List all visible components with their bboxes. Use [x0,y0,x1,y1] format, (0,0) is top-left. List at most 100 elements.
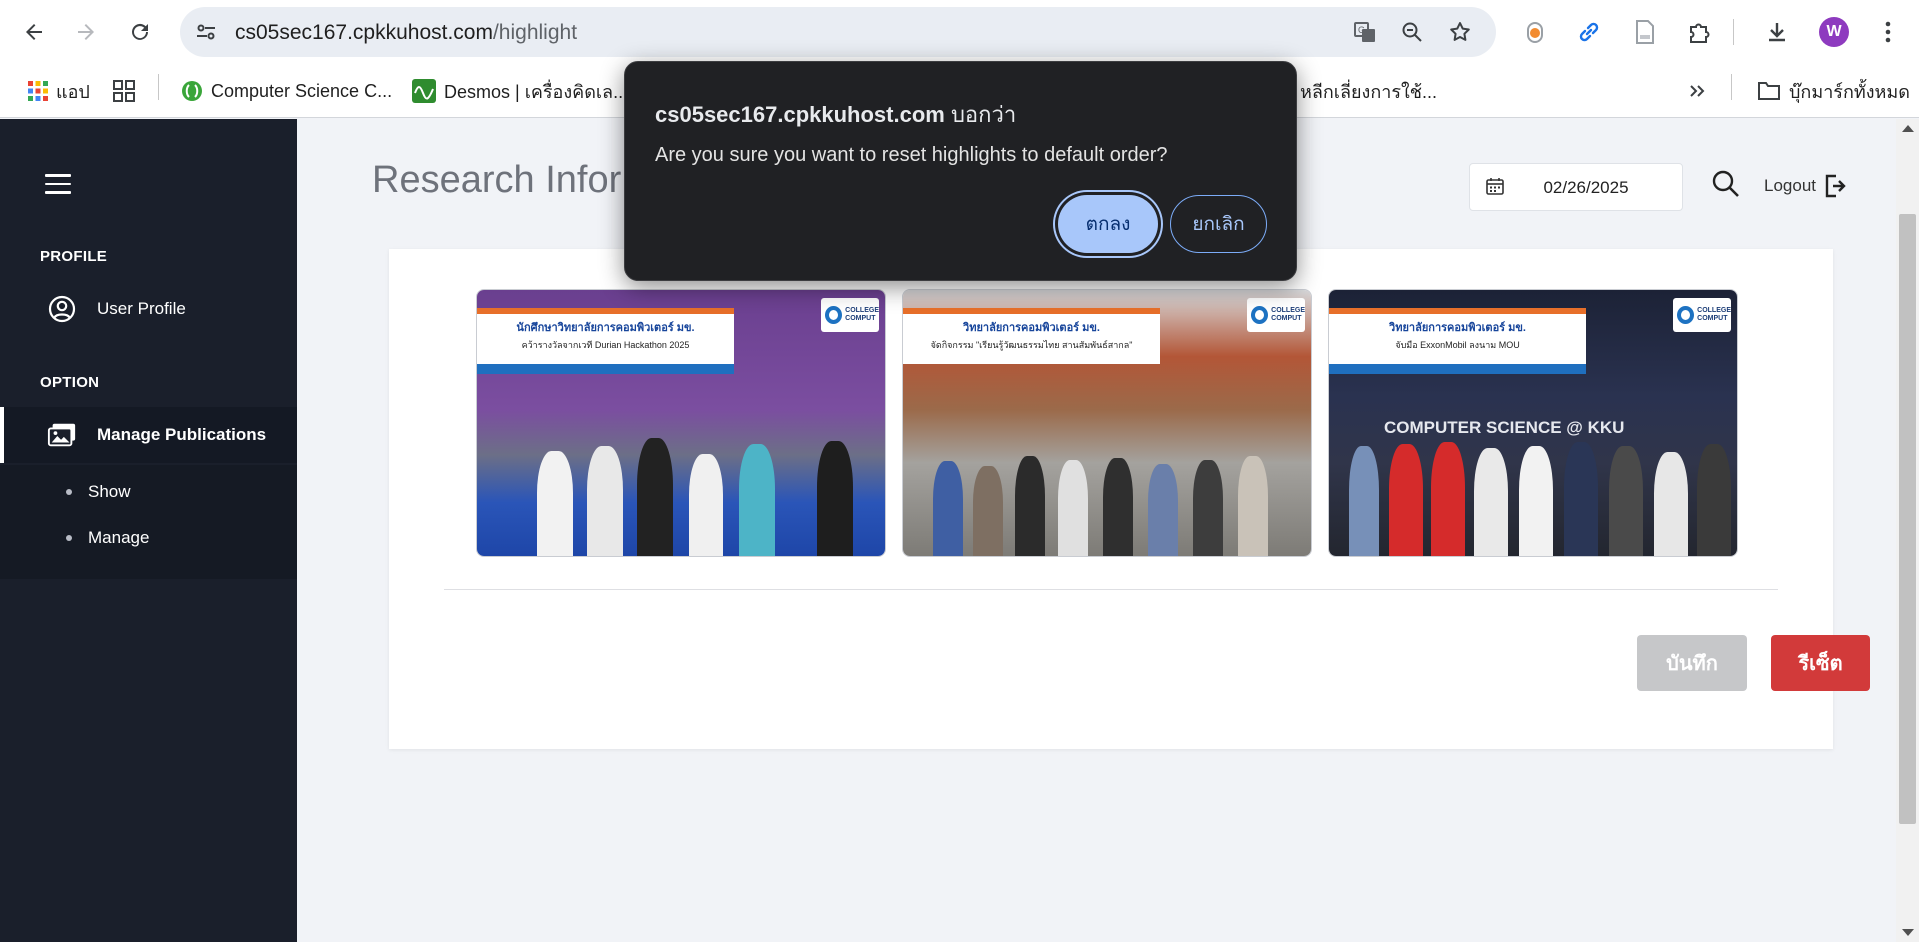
person-figure [1193,460,1223,556]
submenu-item-label: Manage [88,528,150,547]
sidebar: PROFILE User Profile OPTION Manage Publi… [0,119,297,942]
bookmark-star-icon[interactable] [1447,19,1473,45]
save-button[interactable]: บันทึก [1637,635,1747,691]
highlight-image-1[interactable]: นักศึกษาวิทยาลัยการคอมพิวเตอร์ มข. คว้าร… [476,289,886,557]
scroll-down-arrow-icon[interactable] [1902,929,1914,936]
cancel-button[interactable]: ยกเลิก [1170,195,1267,253]
address-bar[interactable]: cs05sec167.cpkkuhost.com/highlight G [180,7,1496,57]
more-bookmarks-chevron-icon[interactable] [1688,77,1706,105]
highlight-headline: นักศึกษาวิทยาลัยการคอมพิวเตอร์ มข. [516,322,695,334]
bookmark-thai-site[interactable]: :: หลีกเลี่ยงการใช้... [1285,77,1437,105]
highlight-subline: คว้ารางวัลจากเวที Durian Hackathon 2025 [521,340,690,350]
college-logo-icon: COLLEGE COMPUT [1247,298,1305,332]
bookmark-desmos[interactable]: Desmos | เครื่องคิดเล... [412,77,628,105]
browser-toolbar: cs05sec167.cpkkuhost.com/highlight G W [0,0,1919,64]
user-circle-icon [47,294,77,324]
download-icon[interactable] [1760,15,1794,49]
site-info-icon[interactable] [194,20,218,49]
bookmark-label: บุ๊กมาร์กทั้งหมด [1789,81,1910,102]
highlight-banner: วิทยาลัยการคอมพิวเตอร์ มข. จับมือ ExxonM… [1329,308,1587,364]
dialog-message: Are you sure you want to reset highlight… [655,144,1168,166]
link-extension-icon[interactable] [1572,15,1606,49]
profile-avatar[interactable]: W [1819,17,1849,47]
highlights-card: นักศึกษาวิทยาลัยการคอมพิวเตอร์ มข. คว้าร… [389,249,1870,749]
ok-button[interactable]: ตกลง [1058,195,1158,253]
page-scrollbar[interactable] [1896,119,1919,942]
highlight-banner: วิทยาลัยการคอมพิวเตอร์ มข. จัดกิจกรรม "เ… [903,308,1161,364]
bookmark-computer-science[interactable]: Computer Science C... [181,77,392,105]
zoom-icon[interactable] [1399,19,1425,45]
tab-groups-icon [113,80,135,102]
reload-icon[interactable] [122,14,158,50]
college-logo-icon: COLLEGE COMPUT [1673,298,1731,332]
page-title: Research Infor [372,159,622,201]
person-figure [689,454,723,556]
bookmark-apps[interactable]: แอป [28,77,90,105]
person-figure [1148,464,1178,556]
logout-label: Logout [1764,176,1816,195]
sidebar-item-user-profile[interactable]: User Profile [0,281,297,337]
bookmark-label: Desmos | เครื่องคิดเล... [444,81,629,102]
sidebar-item-label: User Profile [97,299,186,318]
person-figure [1389,444,1423,556]
green-bracket-favicon [182,81,202,101]
person-figure [637,438,673,556]
highlight-headline: วิทยาลัยการคอมพิวเตอร์ มข. [963,322,1100,334]
sidebar-item-manage-publications[interactable]: Manage Publications [0,407,297,463]
profile-section-label: PROFILE [40,248,108,265]
highlight-image-2[interactable]: วิทยาลัยการคอมพิวเตอร์ มข. จัดกิจกรรม "เ… [902,289,1312,557]
person-figure [1474,448,1508,556]
url-text[interactable]: cs05sec167.cpkkuhost.com/highlight [235,21,577,45]
bookmark-label: :: หลีกเลี่ยงการใช้... [1285,81,1437,102]
date-picker[interactable]: 02/26/2025 [1469,163,1683,211]
bookmark-label: แอป [56,81,90,102]
person-figure [1697,444,1731,556]
url-host: cs05sec167.cpkkuhost.com [235,21,493,44]
dialog-title: cs05sec167.cpkkuhost.com บอกว่า [655,97,1016,132]
person-figure [1609,446,1643,556]
date-value: 02/26/2025 [1543,178,1629,197]
desmos-favicon [412,79,436,103]
dialog-says: บอกว่า [950,102,1017,127]
person-figure [1431,442,1465,556]
search-icon[interactable] [1711,169,1741,199]
person-figure [587,446,623,556]
submenu-item-show[interactable]: Show [0,472,297,512]
images-icon [47,420,77,450]
folder-icon [1758,82,1780,100]
all-bookmarks-folder[interactable]: บุ๊กมาร์กทั้งหมด [1757,77,1910,105]
highlight-strip [1329,364,1587,374]
bookmark-label: Computer Science C... [211,80,393,101]
highlight-image-3[interactable]: COMPUTER SCIENCE @ KKU วิทยาลัยการคอมพิว… [1328,289,1738,557]
person-figure [739,444,775,556]
bookmark-separator [1731,74,1732,100]
apps-grid-icon [28,81,48,101]
bookmark-tab-groups[interactable] [113,77,135,105]
hamburger-menu-icon[interactable] [45,174,71,194]
person-figure [817,441,853,556]
submenu-item-manage[interactable]: Manage [0,518,297,558]
person-figure [1103,458,1133,556]
publications-submenu: Show Manage [0,465,297,579]
highlight-subline: จับมือ ExxonMobil ลงนาม MOU [1395,340,1520,350]
scrollbar-thumb[interactable] [1899,214,1916,824]
highlight-headline: วิทยาลัยการคอมพิวเตอร์ มข. [1389,322,1526,334]
person-figure [1349,446,1379,556]
menu-kebab-icon[interactable] [1871,15,1905,49]
extension-orange-icon[interactable] [1518,15,1552,49]
document-extension-icon[interactable] [1628,15,1662,49]
back-icon[interactable] [16,14,52,50]
reset-button[interactable]: รีเซ็ต [1771,635,1870,691]
bullet-icon [66,489,72,495]
extensions-puzzle-icon[interactable] [1682,15,1716,49]
person-figure [933,461,963,556]
highlight-strip [477,364,735,374]
translate-icon[interactable]: G [1352,19,1378,45]
sidebar-item-label: Manage Publications [97,425,267,444]
toolbar-separator [1733,19,1734,45]
scroll-up-arrow-icon[interactable] [1902,125,1914,132]
forward-icon[interactable] [68,14,104,50]
card-divider [444,589,1778,590]
confirm-dialog: cs05sec167.cpkkuhost.com บอกว่า Are you … [624,61,1297,281]
logout-button[interactable]: Logout [1764,174,1846,198]
